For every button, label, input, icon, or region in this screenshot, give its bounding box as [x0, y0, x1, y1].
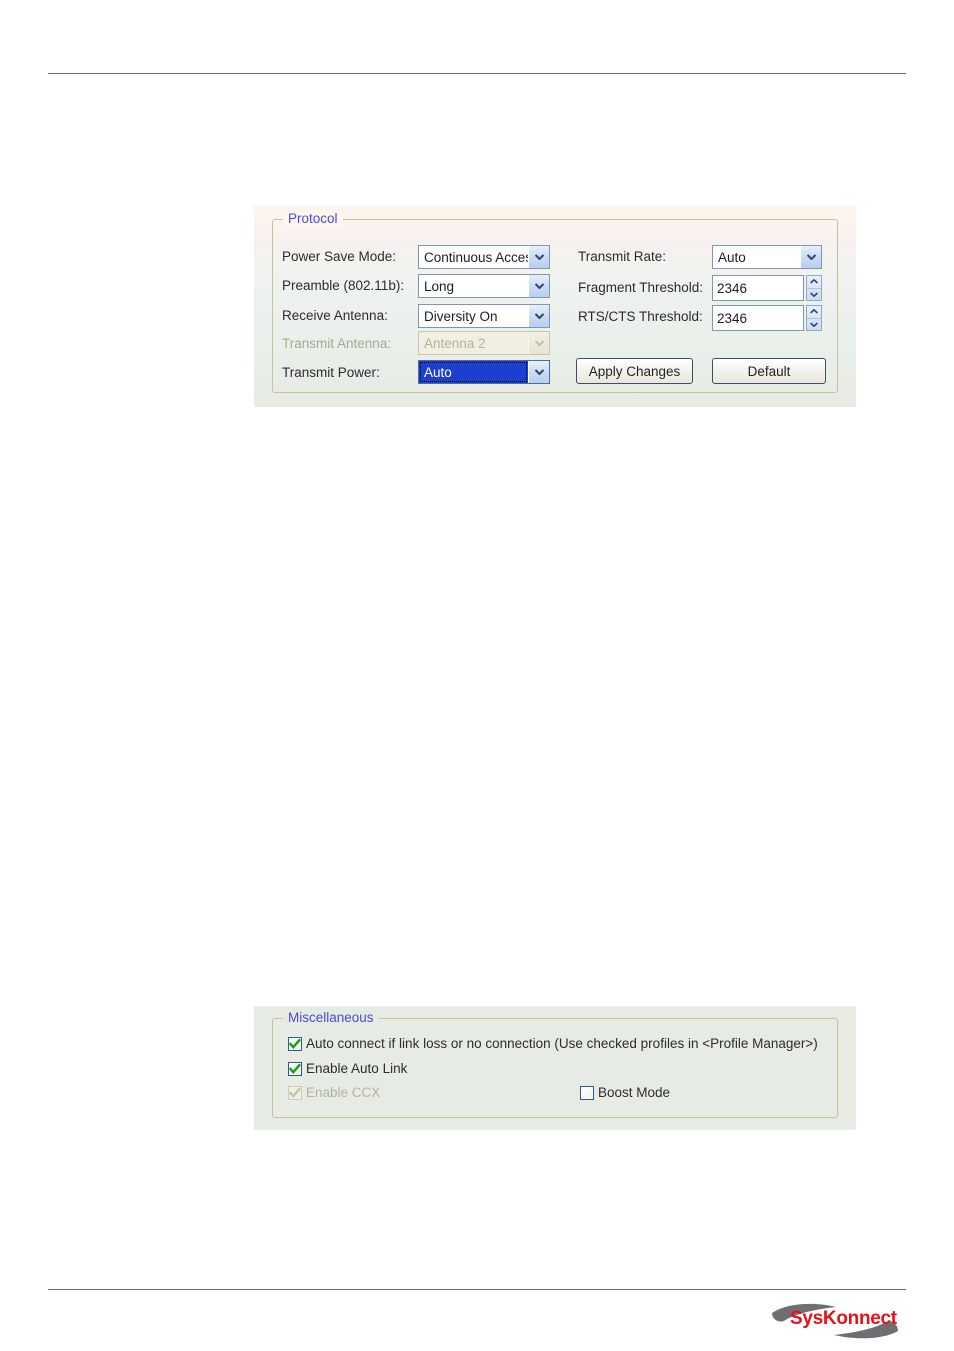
page-footer-rule: [48, 1289, 906, 1290]
checkbox-empty-icon[interactable]: [580, 1085, 594, 1100]
checkmark-icon[interactable]: [288, 1061, 302, 1076]
label-transmit-rate: Transmit Rate:: [578, 249, 667, 264]
combobox-receive-antenna[interactable]: Diversity On: [418, 304, 550, 328]
checkbox-row-enable-auto-link[interactable]: Enable Auto Link: [288, 1061, 407, 1076]
checkbox-row-auto-connect[interactable]: Auto connect if link loss or no connecti…: [288, 1036, 818, 1051]
checkbox-label-enable-auto-link: Enable Auto Link: [306, 1061, 408, 1076]
spinner-rts-cts-threshold-buttons[interactable]: [806, 305, 822, 331]
combobox-preamble-value: Long: [424, 278, 455, 294]
apply-changes-button[interactable]: Apply Changes: [576, 358, 693, 384]
spinner-fragment-threshold-buttons[interactable]: [806, 275, 822, 301]
spinner-fragment-threshold[interactable]: 2346: [712, 275, 822, 301]
spinner-down-icon[interactable]: [807, 289, 821, 301]
label-rts-cts-threshold: RTS/CTS Threshold:: [578, 309, 703, 324]
combobox-transmit-rate-value: Auto: [718, 249, 746, 265]
combobox-transmit-antenna-value: Antenna 2: [424, 335, 486, 351]
combobox-power-save-mode-value: Continuous Access: [424, 249, 528, 265]
combobox-preamble[interactable]: Long: [418, 274, 550, 298]
spinner-up-icon[interactable]: [807, 306, 821, 319]
checkmark-icon[interactable]: [288, 1036, 302, 1051]
miscellaneous-group-title: Miscellaneous: [283, 1010, 379, 1026]
checkbox-row-boost-mode[interactable]: Boost Mode: [580, 1085, 670, 1100]
combobox-transmit-antenna: Antenna 2: [418, 331, 550, 355]
combobox-power-save-mode[interactable]: Continuous Access: [418, 245, 550, 269]
logo-wordmark: SysKonnect: [790, 1308, 897, 1329]
label-transmit-antenna: Transmit Antenna:: [282, 336, 392, 351]
checkmark-icon: [288, 1085, 302, 1100]
checkbox-label-auto-connect: Auto connect if link loss or no connecti…: [306, 1036, 818, 1051]
spinner-fragment-threshold-value[interactable]: 2346: [712, 275, 804, 301]
protocol-settings-card: Protocol Power Save Mode: Preamble (802.…: [254, 205, 856, 407]
chevron-down-icon[interactable]: [528, 305, 549, 327]
spinner-down-icon[interactable]: [807, 319, 821, 331]
label-preamble: Preamble (802.11b):: [282, 278, 405, 293]
spinner-rts-cts-threshold[interactable]: 2346: [712, 305, 822, 331]
combobox-transmit-power-value: Auto: [419, 361, 528, 383]
checkbox-label-enable-ccx: Enable CCX: [306, 1085, 381, 1100]
spinner-rts-cts-threshold-value[interactable]: 2346: [712, 305, 804, 331]
chevron-down-icon[interactable]: [528, 361, 549, 383]
chevron-down-icon[interactable]: [528, 275, 549, 297]
combobox-transmit-power[interactable]: Auto: [418, 360, 550, 384]
label-transmit-power: Transmit Power:: [282, 365, 380, 380]
chevron-down-icon[interactable]: [528, 246, 549, 268]
protocol-group-title: Protocol: [283, 211, 343, 227]
page-header-rule: [48, 73, 906, 74]
spinner-up-icon[interactable]: [807, 276, 821, 289]
chevron-down-icon: [528, 332, 549, 354]
default-button[interactable]: Default: [712, 358, 826, 384]
combobox-receive-antenna-value: Diversity On: [424, 308, 498, 324]
combobox-transmit-rate[interactable]: Auto: [712, 245, 822, 269]
checkbox-label-boost-mode: Boost Mode: [598, 1085, 671, 1100]
chevron-down-icon[interactable]: [800, 246, 821, 268]
label-fragment-threshold: Fragment Threshold:: [578, 280, 704, 295]
label-receive-antenna: Receive Antenna:: [282, 308, 388, 323]
syskonnect-logo: SysKonnect: [762, 1297, 908, 1343]
checkbox-row-enable-ccx: Enable CCX: [288, 1085, 380, 1100]
miscellaneous-settings-card: Miscellaneous Auto connect if link loss …: [254, 1006, 856, 1130]
label-power-save-mode: Power Save Mode:: [282, 249, 397, 264]
